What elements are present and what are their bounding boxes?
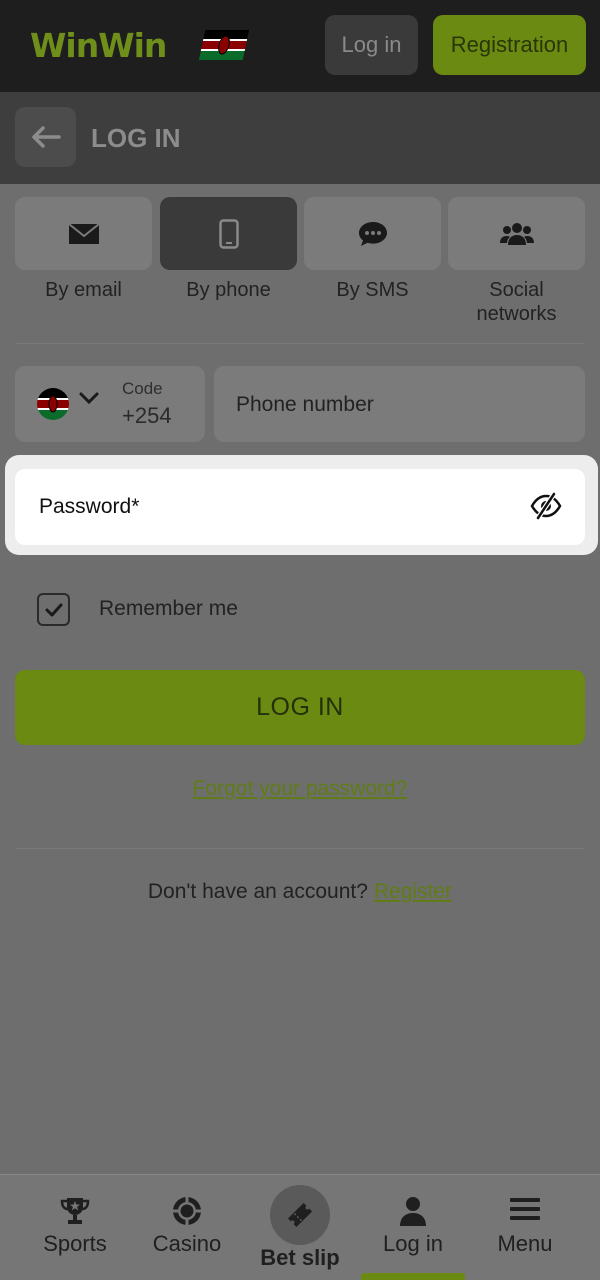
nav-label-log-in: Log in xyxy=(383,1231,443,1256)
country-code-select[interactable]: Code +254 xyxy=(15,366,205,442)
checkmark-icon xyxy=(45,603,62,616)
no-account-row: Don't have an account? Register xyxy=(0,880,600,904)
chevron-down-icon xyxy=(79,392,99,405)
forgot-password-link[interactable]: Forgot your password? xyxy=(193,777,408,800)
divider xyxy=(15,848,585,849)
active-tab-indicator xyxy=(361,1273,465,1280)
kenya-flag-icon xyxy=(37,388,69,420)
tab-by-sms[interactable] xyxy=(304,197,441,270)
back-button[interactable] xyxy=(15,107,76,167)
register-link[interactable]: Register xyxy=(374,880,452,903)
tab-label-phone: By phone xyxy=(186,279,271,301)
remember-me-label[interactable]: Remember me xyxy=(99,597,238,621)
user-icon xyxy=(400,1197,426,1226)
arrow-left-icon xyxy=(31,126,61,148)
nav-label-sports: Sports xyxy=(43,1231,107,1256)
users-icon xyxy=(499,222,534,245)
envelope-icon xyxy=(67,222,100,244)
forgot-password-row: Forgot your password? xyxy=(0,777,600,801)
remember-me-checkbox[interactable] xyxy=(37,593,70,626)
hamburger-icon xyxy=(510,1198,540,1220)
header-login-button[interactable]: Log in xyxy=(325,15,418,75)
nav-label-casino: Casino xyxy=(152,1231,222,1256)
phone-number-placeholder: Phone number xyxy=(236,393,374,416)
no-account-text: Don't have an account? xyxy=(147,880,368,903)
chip-icon xyxy=(173,1197,201,1225)
nav-bet-slip[interactable] xyxy=(270,1185,330,1245)
nav-label-bet-slip: Bet slip xyxy=(260,1245,340,1270)
tab-label-sms: By SMS xyxy=(336,279,409,301)
header-registration-button[interactable]: Registration xyxy=(433,15,586,75)
nav-menu[interactable]: Menu xyxy=(469,1175,581,1280)
title-bar: LOG IN xyxy=(0,92,600,184)
nav-casino[interactable]: Casino xyxy=(131,1175,243,1280)
code-value: +254 xyxy=(122,403,172,428)
top-header: WinWin Log in Registration xyxy=(0,0,600,92)
eye-slash-icon[interactable] xyxy=(530,492,562,520)
password-label: Password* xyxy=(39,495,140,518)
ticket-icon xyxy=(287,1202,313,1228)
divider xyxy=(15,343,585,344)
tab-label-social: Social networks xyxy=(476,279,557,325)
nav-sports[interactable]: Sports xyxy=(19,1175,131,1280)
page-title: LOG IN xyxy=(91,123,181,153)
login-submit-button[interactable]: LOG IN xyxy=(15,670,585,745)
phone-number-input[interactable]: Phone number xyxy=(214,366,585,442)
chat-icon xyxy=(358,221,387,246)
trophy-icon xyxy=(60,1198,90,1224)
nav-label-menu: Menu xyxy=(497,1231,553,1256)
password-field[interactable]: Password* xyxy=(15,469,585,545)
winwin-logo[interactable]: WinWin xyxy=(30,26,167,65)
bottom-nav: Sports Casino Bet slip Log in Menu xyxy=(0,1174,600,1280)
tab-by-phone[interactable] xyxy=(160,197,297,270)
kenya-flag-icon[interactable] xyxy=(198,30,250,60)
tab-label-email: By email xyxy=(45,279,122,301)
phone-icon xyxy=(218,218,239,249)
nav-log-in[interactable]: Log in xyxy=(357,1175,469,1280)
tab-by-email[interactable] xyxy=(15,197,152,270)
tab-social-networks[interactable] xyxy=(448,197,585,270)
code-caption: Code xyxy=(122,379,163,398)
